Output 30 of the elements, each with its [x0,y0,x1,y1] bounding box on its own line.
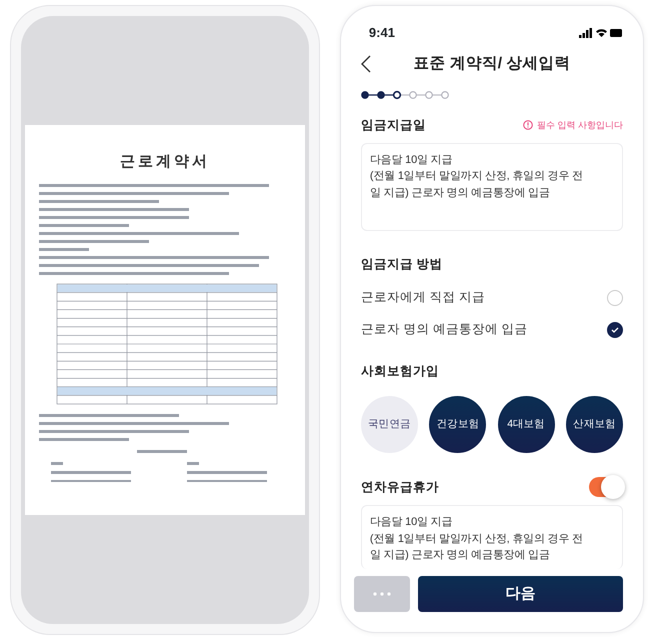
next-button[interactable]: 다음 [418,576,623,612]
check-icon [611,326,619,332]
text-line: 일 지급) 근로자 명의 예금통장에 입금 [370,186,550,201]
section-label: 사회보험가입 [360,362,440,380]
insurance-toggle[interactable]: 산재보험 [566,396,623,454]
status-time: 9:41 [368,24,395,42]
toggle-switch[interactable] [589,477,623,498]
insurance-toggle[interactable]: 건강보험 [429,396,486,454]
document-title: 근로계약서 [120,152,210,172]
text-line: 다음달 10일 지급 [370,515,452,530]
warning-icon [522,120,533,130]
section-label: 연차유급휴가 [360,478,439,496]
required-notice: 필수 입력 사항입니다 [536,118,623,132]
text-line: 다음달 10일 지급 [370,152,452,168]
insurance-toggle[interactable]: 4대보험 [498,396,555,454]
insurance-toggle[interactable]: 국민연금 [360,396,418,454]
dots-icon [372,592,391,596]
text-line: 일 지급) 근로자 명의 예금통장에 입금 [370,548,550,564]
radio-button[interactable] [607,322,623,338]
section-label: 임금지급 방법 [360,256,444,273]
text-area[interactable]: 다음달 10일 지급 (전월 1일부터 말일까지 산정, 휴일의 경우 전 일 지급) 근로자 명의 예금통장에 입금 [360,505,623,570]
text-line: (전월 1일부터 말일까지 산정, 휴일의 경우 전 [370,169,583,184]
text-area[interactable]: 다음달 10일 지급 (전월 1일부터 말일까지 산정, 휴일의 경우 전 일 지급) 근로자 명의 예금통장에 입금 [360,142,623,231]
option-label: 근로자에게 직접 지급 [360,289,485,306]
option-label: 근로자 명의 예금통장에 입금 [360,321,528,338]
back-icon[interactable] [360,55,371,73]
status-icons [579,27,623,39]
screen-title: 표준 계약직/ 상세입력 [412,54,572,74]
text-line: (전월 1일부터 말일까지 산정, 휴일의 경우 전 [370,532,583,547]
section-label: 임금지급일 [360,117,426,134]
